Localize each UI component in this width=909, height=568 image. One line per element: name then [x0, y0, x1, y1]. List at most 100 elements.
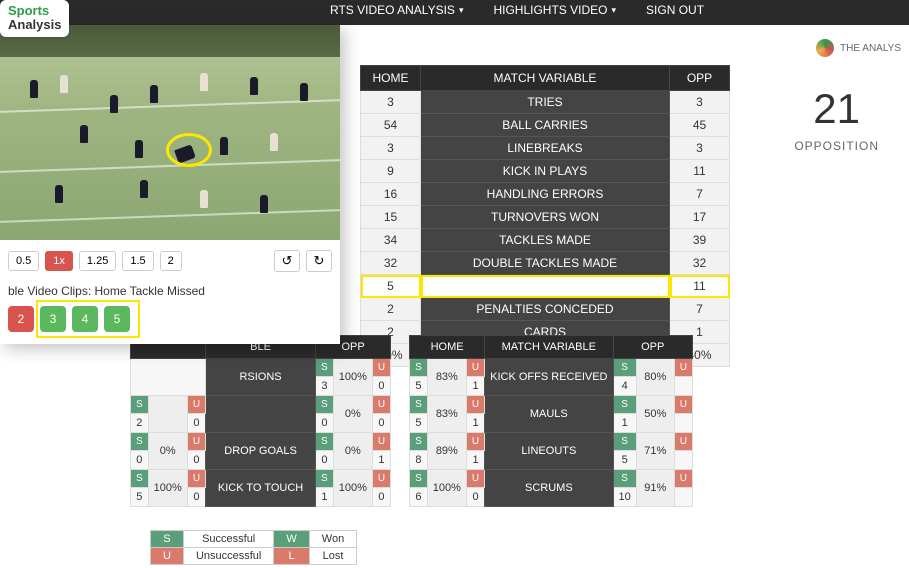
- cell-home: 5: [361, 275, 421, 298]
- speed-2[interactable]: 2: [160, 251, 182, 271]
- cell-home: 9: [361, 160, 421, 183]
- table-row[interactable]: S0%UDROP GOALSS0%U: [131, 433, 391, 451]
- legend-unsuccessful: Unsuccessful: [183, 548, 273, 565]
- table-row[interactable]: 54 BALL CARRIES 45: [361, 114, 730, 137]
- cell-variable: KICK IN PLAYS: [421, 160, 670, 183]
- col-match-variable: MATCH VARIABLE: [485, 336, 613, 359]
- cell-variable: BALL CARRIES: [421, 114, 670, 137]
- table-row[interactable]: 16 HANDLING ERRORS 7: [361, 183, 730, 206]
- table-row[interactable]: 15 TURNOVERS WON 17: [361, 206, 730, 229]
- table-row[interactable]: 9 KICK IN PLAYS 11: [361, 160, 730, 183]
- clip-2[interactable]: 2: [8, 306, 34, 332]
- cell-opp: 3: [670, 137, 730, 160]
- legend-lost: Lost: [309, 548, 356, 565]
- cell-opp: 11: [670, 275, 730, 298]
- legend-l: L: [274, 548, 309, 565]
- cell-opp: 32: [670, 252, 730, 275]
- speed-1-5[interactable]: 1.5: [122, 251, 153, 271]
- left-sub-table: BLE OPP RSIONSS100%U30SUS0%U2000S0%UDROP…: [130, 335, 391, 507]
- legend-successful: Successful: [183, 531, 273, 548]
- footer-logo-icon: [816, 39, 834, 57]
- cell-variable: RSIONS: [206, 359, 316, 396]
- clip-3[interactable]: 3: [40, 306, 66, 332]
- table-row[interactable]: S100%UKICK TO TOUCHS100%U: [131, 470, 391, 488]
- cell-variable: TACKLES MISSED: [421, 275, 670, 298]
- clip-4[interactable]: 4: [72, 306, 98, 332]
- cell-opp: 39: [670, 229, 730, 252]
- table-row[interactable]: S83%UKICK OFFS RECEIVEDS80%U: [410, 359, 693, 377]
- right-sub-table: HOME MATCH VARIABLE OPP S83%UKICK OFFS R…: [409, 335, 693, 507]
- clips-label: ble Video Clips: Home Tackle Missed: [0, 280, 340, 306]
- cell-variable: DOUBLE TACKLES MADE: [421, 252, 670, 275]
- cell-home: 54: [361, 114, 421, 137]
- nav-sign-out[interactable]: SIGN OUT: [646, 0, 704, 20]
- cell-opp: 7: [670, 183, 730, 206]
- cell-opp: 45: [670, 114, 730, 137]
- cell-variable: KICK TO TOUCH: [206, 470, 316, 507]
- table-row[interactable]: 2 PENALTIES CONCEDED 7: [361, 298, 730, 321]
- video-panel: 0.5 1x 1.25 1.5 2 ↺ ↻ ble Video Clips: H…: [0, 25, 340, 344]
- cell-variable: KICK OFFS RECEIVED: [485, 359, 613, 396]
- legend-u: U: [151, 548, 184, 565]
- brand-logo[interactable]: Sports Analysis: [0, 0, 69, 37]
- table-row[interactable]: 5 TACKLES MISSED 11: [361, 275, 730, 298]
- cell-home: 34: [361, 229, 421, 252]
- legend-table: S Successful W Won U Unsuccessful L Lost: [150, 530, 357, 565]
- table-row[interactable]: 34 TACKLES MADE 39: [361, 229, 730, 252]
- table-row[interactable]: 3 TRIES 3: [361, 91, 730, 114]
- nav-video-analysis[interactable]: RTS VIDEO ANALYSIS▾: [330, 0, 463, 20]
- speed-1x[interactable]: 1x: [45, 251, 73, 271]
- cell-variable: TRIES: [421, 91, 670, 114]
- chevron-down-icon: ▾: [612, 5, 617, 16]
- speed-0-5[interactable]: 0.5: [8, 251, 39, 271]
- cell-home: 3: [361, 137, 421, 160]
- match-variable-table: HOME MATCH VARIABLE OPP 3 TRIES 354 BALL…: [360, 65, 730, 367]
- table-row[interactable]: S100%USCRUMSS91%U: [410, 470, 693, 488]
- col-home: HOME: [410, 336, 485, 359]
- col-home: HOME: [361, 66, 421, 91]
- cell-variable: MAULS: [485, 396, 613, 433]
- table-row[interactable]: S89%ULINEOUTSS71%U: [410, 433, 693, 451]
- cell-home: 32: [361, 252, 421, 275]
- chevron-down-icon: ▾: [459, 5, 464, 16]
- cell-home: 3: [361, 91, 421, 114]
- cell-home: 16: [361, 183, 421, 206]
- cell-variable: PENALTIES CONCEDED: [421, 298, 670, 321]
- cell-variable: TACKLES MADE: [421, 229, 670, 252]
- cell-home: 15: [361, 206, 421, 229]
- col-opp: OPP: [670, 66, 730, 91]
- cell-opp: 17: [670, 206, 730, 229]
- table-row[interactable]: 32 DOUBLE TACKLES MADE 32: [361, 252, 730, 275]
- cell-variable: HANDLING ERRORS: [421, 183, 670, 206]
- cell-variable: TURNOVERS WON: [421, 206, 670, 229]
- cell-opp: 7: [670, 298, 730, 321]
- footer-logo: THE ANALYS: [816, 39, 901, 57]
- undo-button[interactable]: ↺: [274, 250, 300, 272]
- cell-variable: SCRUMS: [485, 470, 613, 507]
- top-navbar: RTS VIDEO ANALYSIS▾ HIGHLIGHTS VIDEO▾ SI…: [0, 0, 909, 25]
- opposition-label: OPPOSITION: [794, 139, 879, 153]
- cell-variable: [206, 396, 316, 433]
- cell-opp: 11: [670, 160, 730, 183]
- clip-5[interactable]: 5: [104, 306, 130, 332]
- cell-home: 2: [361, 298, 421, 321]
- table-row[interactable]: S83%UMAULSS50%U: [410, 396, 693, 414]
- opposition-score: 21: [794, 85, 879, 133]
- clips-row: 2 3 4 5: [0, 306, 340, 332]
- video-player[interactable]: [0, 25, 340, 240]
- table-row[interactable]: RSIONSS100%U: [131, 359, 391, 377]
- nav-highlights-video[interactable]: HIGHLIGHTS VIDEO▾: [493, 0, 616, 20]
- table-row[interactable]: 3 LINEBREAKS 3: [361, 137, 730, 160]
- table-row[interactable]: SUS0%U: [131, 396, 391, 414]
- redo-button[interactable]: ↻: [306, 250, 332, 272]
- legend-w: W: [274, 531, 309, 548]
- opposition-score-block: 21 OPPOSITION: [794, 85, 879, 153]
- cell-opp: 3: [670, 91, 730, 114]
- playback-speed-row: 0.5 1x 1.25 1.5 2 ↺ ↻: [0, 240, 340, 280]
- cell-variable: DROP GOALS: [206, 433, 316, 470]
- brand-line1: Sports: [8, 4, 61, 18]
- speed-1-25[interactable]: 1.25: [79, 251, 116, 271]
- legend-won: Won: [309, 531, 356, 548]
- cell-variable: LINEOUTS: [485, 433, 613, 470]
- col-opp: OPP: [613, 336, 692, 359]
